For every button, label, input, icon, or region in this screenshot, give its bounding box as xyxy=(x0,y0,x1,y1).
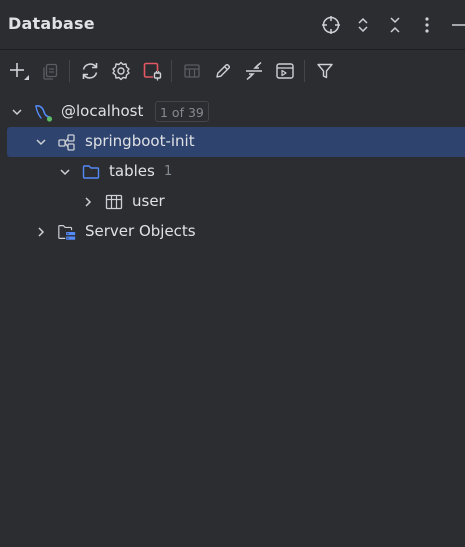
settings-icon[interactable] xyxy=(106,56,135,86)
copy-icon[interactable] xyxy=(35,56,64,86)
tables-count: 1 xyxy=(164,164,173,179)
edit-icon[interactable] xyxy=(208,56,237,86)
filter-icon[interactable] xyxy=(310,56,339,86)
datasource-label: @localhost xyxy=(61,102,144,120)
server-objects-label: Server Objects xyxy=(85,222,196,240)
disconnect-icon[interactable] xyxy=(137,56,166,86)
toolbar-separator xyxy=(171,60,172,82)
table-icon xyxy=(104,192,124,212)
tree-node-datasource[interactable]: @localhost 1 of 39 xyxy=(0,97,465,127)
schema-count-badge: 1 of 39 xyxy=(155,101,209,122)
query-console-icon[interactable] xyxy=(270,56,299,86)
toolbar-separator xyxy=(304,60,305,82)
expand-all-icon[interactable] xyxy=(347,10,379,40)
header-actions xyxy=(315,10,465,40)
tool-window-header: Database xyxy=(0,0,465,50)
table-editor-icon[interactable] xyxy=(177,56,206,86)
schema-icon xyxy=(57,132,77,152)
collapse-all-icon[interactable] xyxy=(379,10,411,40)
database-tool-window: Database @localhost 1 of 39 springboot-i… xyxy=(0,0,465,547)
folder-icon xyxy=(81,162,101,182)
chevron-right-icon[interactable] xyxy=(81,195,95,209)
chevron-down-icon[interactable] xyxy=(58,165,72,179)
jump-to-source-icon[interactable] xyxy=(239,56,268,86)
toolbar-separator xyxy=(69,60,70,82)
mysql-datasource-icon xyxy=(33,102,53,122)
crosshair-icon[interactable] xyxy=(315,10,347,40)
chevron-down-icon[interactable] xyxy=(34,135,48,149)
database-tree: @localhost 1 of 39 springboot-init table… xyxy=(0,97,465,247)
more-options-icon[interactable] xyxy=(411,10,443,40)
add-icon[interactable] xyxy=(4,56,33,86)
schema-label: springboot-init xyxy=(85,132,195,150)
tree-node-schema[interactable]: springboot-init xyxy=(7,127,465,157)
tool-window-title: Database xyxy=(8,14,95,33)
refresh-icon[interactable] xyxy=(75,56,104,86)
tree-node-table-user[interactable]: user xyxy=(0,187,465,217)
tree-node-server-objects[interactable]: Server Objects xyxy=(0,217,465,247)
chevron-right-icon[interactable] xyxy=(34,225,48,239)
chevron-down-icon[interactable] xyxy=(10,105,24,119)
tables-folder-label: tables xyxy=(109,162,155,180)
table-label: user xyxy=(132,192,165,210)
database-toolbar xyxy=(0,51,465,91)
server-objects-folder-icon xyxy=(57,222,77,242)
tree-node-tables-folder[interactable]: tables 1 xyxy=(0,157,465,187)
minimize-icon[interactable] xyxy=(443,10,465,40)
